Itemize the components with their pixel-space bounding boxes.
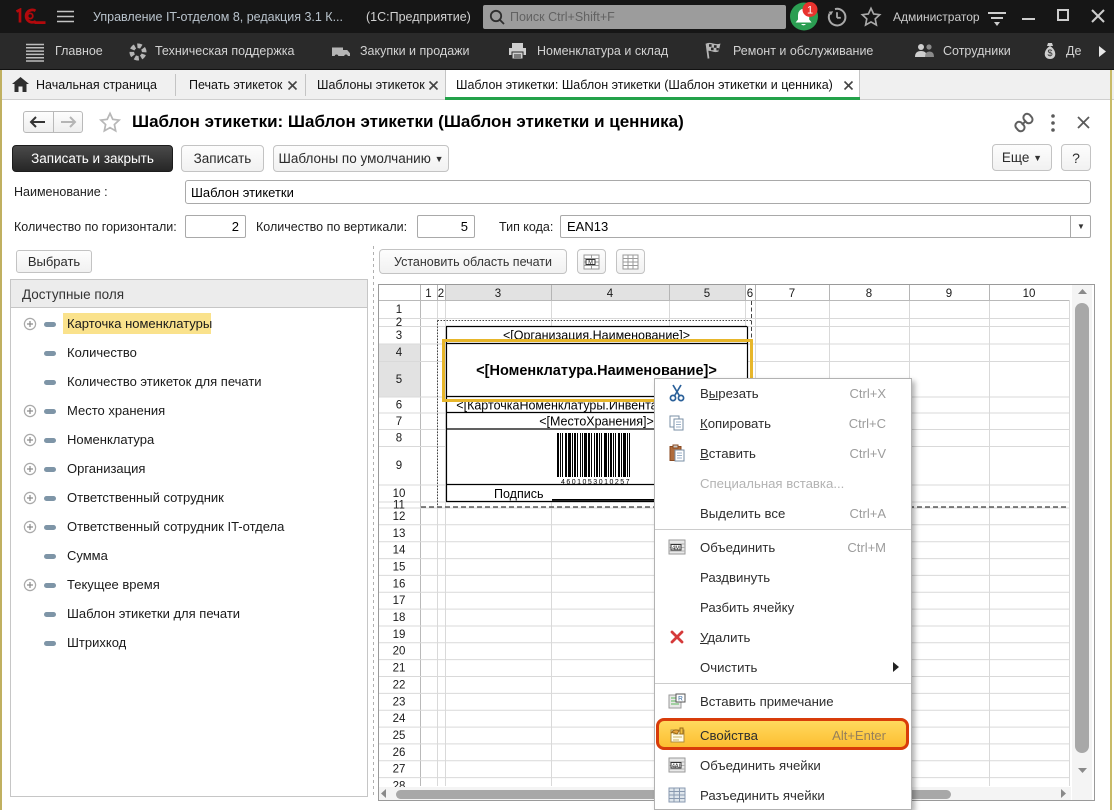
svg-text:1: 1 (425, 288, 431, 300)
svg-text:10: 10 (393, 488, 406, 500)
svg-text:27: 27 (393, 764, 406, 776)
svg-text:18: 18 (393, 612, 406, 624)
svg-text:9: 9 (396, 460, 402, 472)
svg-text:9: 9 (946, 288, 952, 300)
svg-text:$: $ (1047, 48, 1052, 58)
svg-text:7: 7 (789, 288, 795, 300)
svg-text:16: 16 (393, 578, 406, 590)
svg-text:12: 12 (393, 511, 406, 523)
svg-text:10: 10 (1023, 288, 1036, 300)
svg-text:24: 24 (393, 713, 406, 725)
svg-text:17: 17 (393, 595, 406, 607)
svg-text:4601053010257: 4601053010257 (561, 479, 631, 486)
svg-text:5: 5 (704, 288, 710, 300)
svg-text:26: 26 (393, 747, 406, 759)
svg-text:15: 15 (393, 562, 406, 574)
svg-text:22: 22 (393, 679, 406, 691)
svg-text:M: M (588, 259, 593, 265)
svg-text:23: 23 (393, 696, 406, 708)
svg-text:20: 20 (393, 646, 406, 658)
svg-text:3: 3 (396, 330, 402, 342)
svg-text:25: 25 (393, 730, 406, 742)
svg-text:2: 2 (438, 288, 444, 300)
svg-text:21: 21 (393, 663, 406, 675)
svg-text:4: 4 (396, 347, 403, 359)
svg-text:8: 8 (396, 433, 402, 445)
svg-text:R: R (678, 695, 683, 702)
svg-text:11: 11 (393, 500, 405, 512)
svg-text:4M: 4M (672, 545, 680, 551)
svg-text:7: 7 (396, 416, 402, 428)
svg-text:19: 19 (393, 629, 406, 641)
svg-text:<[МестоХранения]>: <[МестоХранения]> (539, 415, 654, 429)
svg-text:Подпись: Подпись (494, 487, 543, 501)
svg-text:4: 4 (607, 288, 614, 300)
svg-text:13: 13 (393, 528, 406, 540)
svg-text:3: 3 (495, 288, 501, 300)
svg-text:2: 2 (396, 317, 402, 329)
svg-text:8: 8 (866, 288, 872, 300)
svg-text:14: 14 (393, 545, 406, 557)
svg-text:4AI: 4AI (672, 763, 681, 769)
svg-text:5: 5 (396, 374, 402, 386)
svg-text:<[Номенклатура.Наименование]>: <[Номенклатура.Наименование]> (476, 363, 717, 379)
svg-text:6: 6 (396, 400, 402, 412)
svg-text:6: 6 (747, 288, 753, 300)
svg-text:1: 1 (396, 304, 402, 316)
svg-text:1: 1 (807, 4, 813, 16)
